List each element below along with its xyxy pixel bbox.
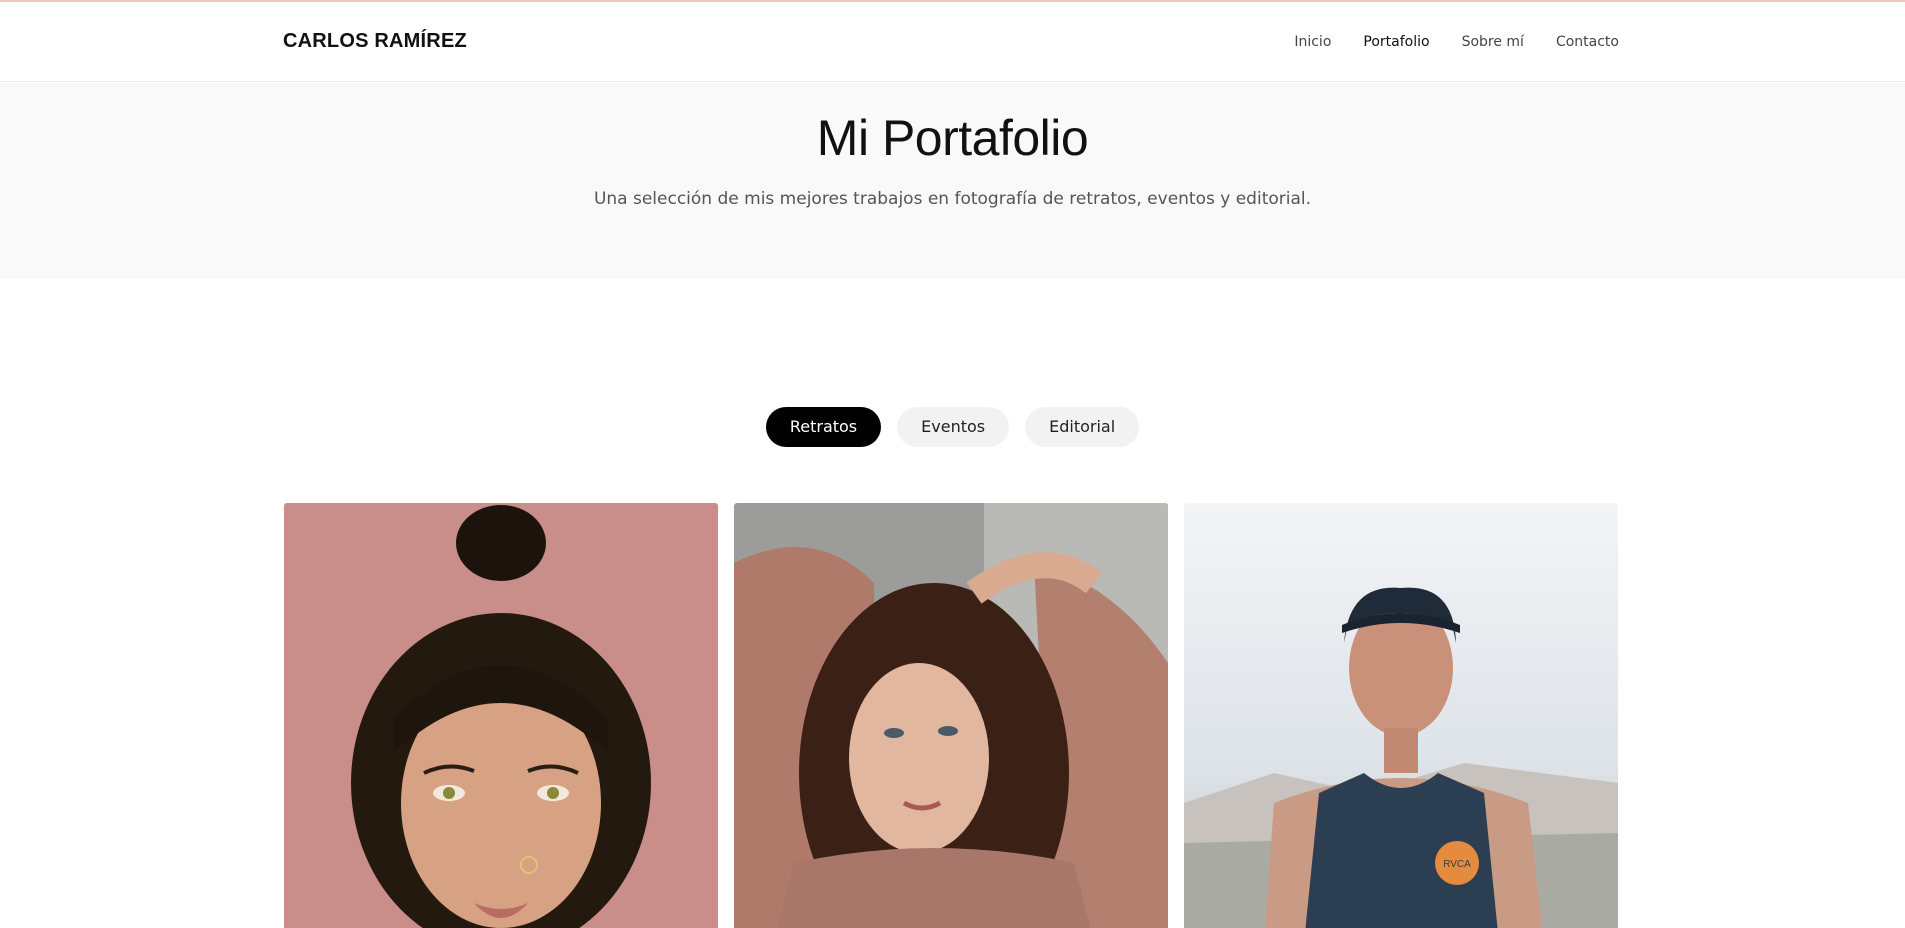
- portrait-image-2: [734, 503, 1168, 928]
- portfolio-photo[interactable]: [284, 503, 718, 928]
- hero-section: Mi Portafolio Una selección de mis mejor…: [0, 83, 1905, 279]
- filter-retratos-button[interactable]: Retratos: [765, 407, 882, 447]
- nav-link-sobre-mi[interactable]: Sobre mí: [1462, 34, 1524, 50]
- portrait-image-3: RVCA: [1184, 503, 1618, 928]
- filter-eventos-button[interactable]: Eventos: [897, 407, 1010, 447]
- portfolio-grid: RVCA: [284, 503, 1620, 928]
- category-filters: Retratos Eventos Editorial: [0, 407, 1905, 447]
- filter-editorial-button[interactable]: Editorial: [1025, 407, 1140, 447]
- page-subtitle: Una selección de mis mejores trabajos en…: [593, 189, 1312, 209]
- svg-text:RVCA: RVCA: [1443, 859, 1471, 870]
- portfolio-photo[interactable]: [734, 503, 1168, 928]
- site-logo[interactable]: CARLOS RAMÍREZ: [283, 30, 467, 53]
- main-nav: Inicio Portafolio Sobre mí Contacto: [1294, 34, 1619, 50]
- nav-link-contacto[interactable]: Contacto: [1556, 34, 1619, 50]
- portfolio-photo[interactable]: RVCA: [1184, 503, 1618, 928]
- page-title: Mi Portafolio: [816, 110, 1089, 166]
- site-header: CARLOS RAMÍREZ Inicio Portafolio Sobre m…: [0, 2, 1905, 82]
- portrait-image-1: [284, 503, 718, 928]
- nav-link-inicio[interactable]: Inicio: [1294, 34, 1331, 50]
- nav-link-portafolio[interactable]: Portafolio: [1363, 34, 1429, 50]
